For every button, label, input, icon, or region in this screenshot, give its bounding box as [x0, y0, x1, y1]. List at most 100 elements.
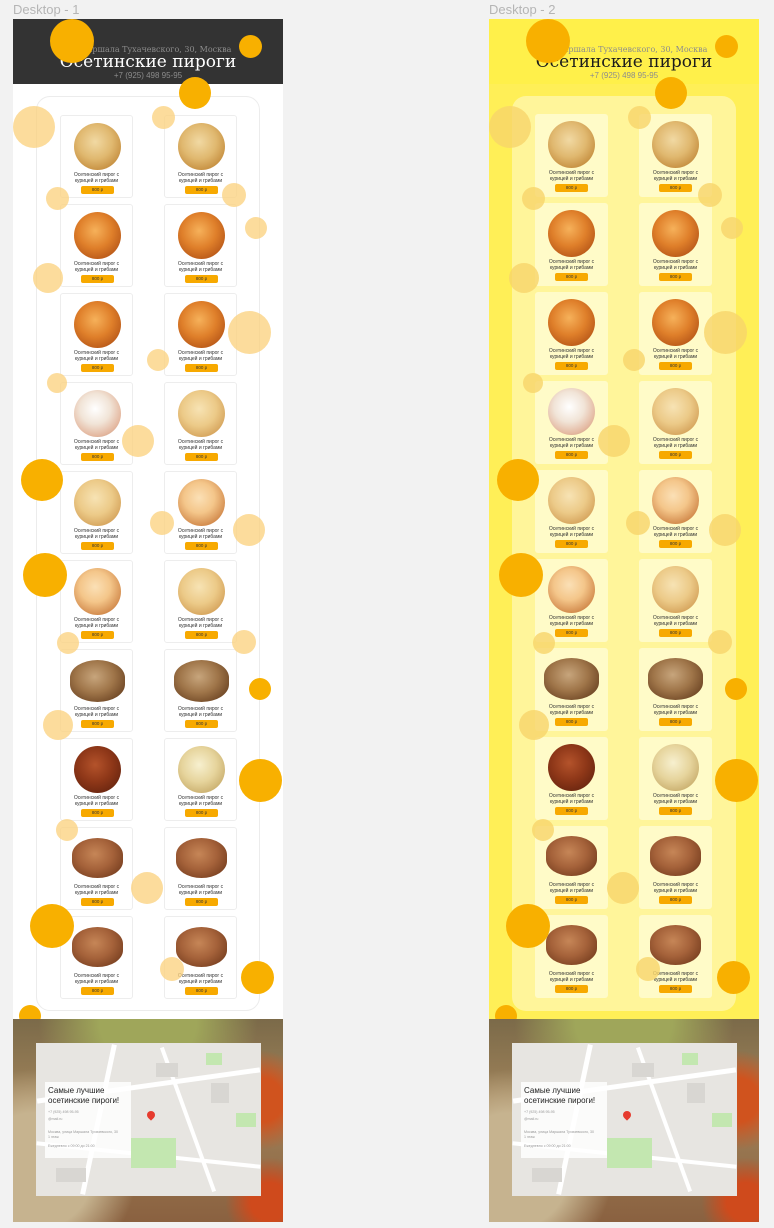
product-card[interactable]: Осетинский пирог с курицей и грибами 800 …: [164, 382, 237, 465]
product-card[interactable]: Осетинский пирог с курицей и грибами 800 …: [535, 292, 608, 375]
product-card[interactable]: Осетинский пирог с курицей и грибами 800 …: [639, 559, 712, 642]
price-button[interactable]: 800 р: [81, 542, 114, 550]
price-button[interactable]: 800 р: [81, 631, 114, 639]
product-image: [178, 568, 225, 615]
product-card[interactable]: Осетинский пирог с курицей и грибами 800 …: [60, 560, 133, 643]
price-button[interactable]: 800 р: [81, 186, 114, 194]
price-button[interactable]: 800 р: [81, 898, 114, 906]
product-card[interactable]: Осетинский пирог с курицей и грибами 800 …: [535, 559, 608, 642]
price-button[interactable]: 800 р: [659, 184, 692, 192]
product-card[interactable]: Осетинский пирог с курицей и грибами 800 …: [164, 204, 237, 287]
product-card[interactable]: Осетинский пирог с курицей и грибами 800 …: [639, 292, 712, 375]
price-button[interactable]: 800 р: [81, 720, 114, 728]
product-card[interactable]: Осетинский пирог с курицей и грибами 800 …: [60, 471, 133, 554]
header-phone[interactable]: +7 (925) 498 95-95: [489, 71, 759, 80]
price-button[interactable]: 800 р: [659, 985, 692, 993]
product-card[interactable]: Осетинский пирог с курицей и грибами 800 …: [639, 470, 712, 553]
price-button[interactable]: 800 р: [555, 184, 588, 192]
price-button[interactable]: 800 р: [659, 273, 692, 281]
product-card[interactable]: Осетинский пирог с курицей и грибами 800 …: [535, 915, 608, 998]
price-button[interactable]: 800 р: [659, 896, 692, 904]
price-button[interactable]: 800 р: [185, 720, 218, 728]
product-card[interactable]: Осетинский пирог с курицей и грибами 800 …: [535, 114, 608, 197]
footer-email[interactable]: @mail.ru: [48, 1117, 130, 1122]
product-card[interactable]: Осетинский пирог с курицей и грибами 800 …: [164, 293, 237, 376]
product-card[interactable]: Осетинский пирог с курицей и грибами 800 …: [60, 293, 133, 376]
map-pin-icon[interactable]: [145, 1109, 157, 1121]
product-card[interactable]: Осетинский пирог с курицей и грибами 800 …: [164, 916, 237, 999]
price-button[interactable]: 800 р: [185, 453, 218, 461]
price-button[interactable]: 800 р: [185, 631, 218, 639]
product-card[interactable]: Осетинский пирог с курицей и грибами 800 …: [164, 560, 237, 643]
footer-phone[interactable]: +7 (925) 498 95-95: [48, 1110, 130, 1115]
price-button[interactable]: 800 р: [555, 451, 588, 459]
product-card[interactable]: Осетинский пирог с курицей и грибами 800 …: [639, 915, 712, 998]
product-card[interactable]: Осетинский пирог с курицей и грибами 800 …: [535, 737, 608, 820]
product-card[interactable]: Осетинский пирог с курицей и грибами 800 …: [60, 827, 133, 910]
product-card[interactable]: Осетинский пирог с курицей и грибами 800 …: [535, 648, 608, 731]
price-button[interactable]: 800 р: [555, 362, 588, 370]
price-button[interactable]: 800 р: [81, 453, 114, 461]
product-card[interactable]: Осетинский пирог с курицей и грибами 800 …: [164, 115, 237, 198]
product-card[interactable]: Осетинский пирог с курицей и грибами 800 …: [535, 470, 608, 553]
price-button[interactable]: 800 р: [185, 987, 218, 995]
product-card[interactable]: Осетинский пирог с курицей и грибами 800 …: [639, 381, 712, 464]
price-button[interactable]: 800 р: [185, 186, 218, 194]
product-card[interactable]: Осетинский пирог с курицей и грибами 800 …: [639, 203, 712, 286]
price-button[interactable]: 800 р: [81, 275, 114, 283]
header-phone[interactable]: +7 (925) 498 95-95: [13, 71, 283, 80]
product-image: [546, 836, 597, 876]
price-button[interactable]: 800 р: [555, 718, 588, 726]
product-card[interactable]: Осетинский пирог с курицей и грибами 800 …: [639, 737, 712, 820]
footer-address: Москва, улица Маршала Тухачевского, 30 1…: [524, 1130, 594, 1139]
product-card[interactable]: Осетинский пирог с курицей и грибами 800 …: [60, 738, 133, 821]
price-button[interactable]: 800 р: [659, 807, 692, 815]
product-name: Осетинский пирог с курицей и грибами: [177, 528, 224, 540]
product-card[interactable]: Осетинский пирог с курицей и грибами 800 …: [639, 648, 712, 731]
price-button[interactable]: 800 р: [555, 807, 588, 815]
price-button[interactable]: 800 р: [555, 629, 588, 637]
product-card[interactable]: Осетинский пирог с курицей и грибами 800 …: [639, 826, 712, 909]
price-button[interactable]: 800 р: [555, 985, 588, 993]
price-button[interactable]: 800 р: [659, 451, 692, 459]
product-card[interactable]: Осетинский пирог с курицей и грибами 800 …: [535, 826, 608, 909]
product-card[interactable]: Осетинский пирог с курицей и грибами 800 …: [60, 115, 133, 198]
price-button[interactable]: 800 р: [185, 364, 218, 372]
map-pin-icon[interactable]: [621, 1109, 633, 1121]
product-card[interactable]: Осетинский пирог с курицей и грибами 800 …: [60, 382, 133, 465]
price-button[interactable]: 800 р: [185, 275, 218, 283]
price-button[interactable]: 800 р: [659, 629, 692, 637]
product-card[interactable]: Осетинский пирог с курицей и грибами 800 …: [164, 471, 237, 554]
product-card[interactable]: Осетинский пирог с курицей и грибами 800 …: [60, 204, 133, 287]
product-card[interactable]: Осетинский пирог с курицей и грибами 800 …: [535, 203, 608, 286]
price-button[interactable]: 800 р: [81, 364, 114, 372]
price-button[interactable]: 800 р: [659, 718, 692, 726]
price-button[interactable]: 800 р: [81, 809, 114, 817]
price-button[interactable]: 800 р: [659, 362, 692, 370]
product-card[interactable]: Осетинский пирог с курицей и грибами 800 …: [639, 114, 712, 197]
product-image: [652, 744, 699, 791]
location-map[interactable]: Самые лучшие осетинские пироги! +7 (925)…: [36, 1043, 261, 1196]
product-image: [652, 299, 699, 346]
footer-phone[interactable]: +7 (925) 498 95-95: [524, 1110, 606, 1115]
product-card[interactable]: Осетинский пирог с курицей и грибами 800 …: [164, 649, 237, 732]
price-button[interactable]: 800 р: [185, 898, 218, 906]
product-card[interactable]: Осетинский пирог с курицей и грибами 800 …: [164, 827, 237, 910]
location-map[interactable]: Самые лучшие осетинские пироги! +7 (925)…: [512, 1043, 737, 1196]
price-button[interactable]: 800 р: [555, 273, 588, 281]
product-card[interactable]: Осетинский пирог с курицей и грибами 800 …: [535, 381, 608, 464]
price-button[interactable]: 800 р: [185, 809, 218, 817]
product-name: Осетинский пирог с курицей и грибами: [652, 170, 699, 182]
price-button[interactable]: 800 р: [555, 540, 588, 548]
product-card[interactable]: Осетинский пирог с курицей и грибами 800 …: [164, 738, 237, 821]
price-button[interactable]: 800 р: [185, 542, 218, 550]
price-button[interactable]: 800 р: [81, 987, 114, 995]
product-card[interactable]: Осетинский пирог с курицей и грибами 800 …: [60, 916, 133, 999]
price-button[interactable]: 800 р: [555, 896, 588, 904]
product-image: [544, 658, 599, 700]
product-card[interactable]: Осетинский пирог с курицей и грибами 800 …: [60, 649, 133, 732]
footer-email[interactable]: @mail.ru: [524, 1117, 606, 1122]
price-button[interactable]: 800 р: [659, 540, 692, 548]
product-catalog: Осетинский пирог с курицей и грибами 800 …: [36, 96, 260, 1011]
product-image: [74, 568, 121, 615]
